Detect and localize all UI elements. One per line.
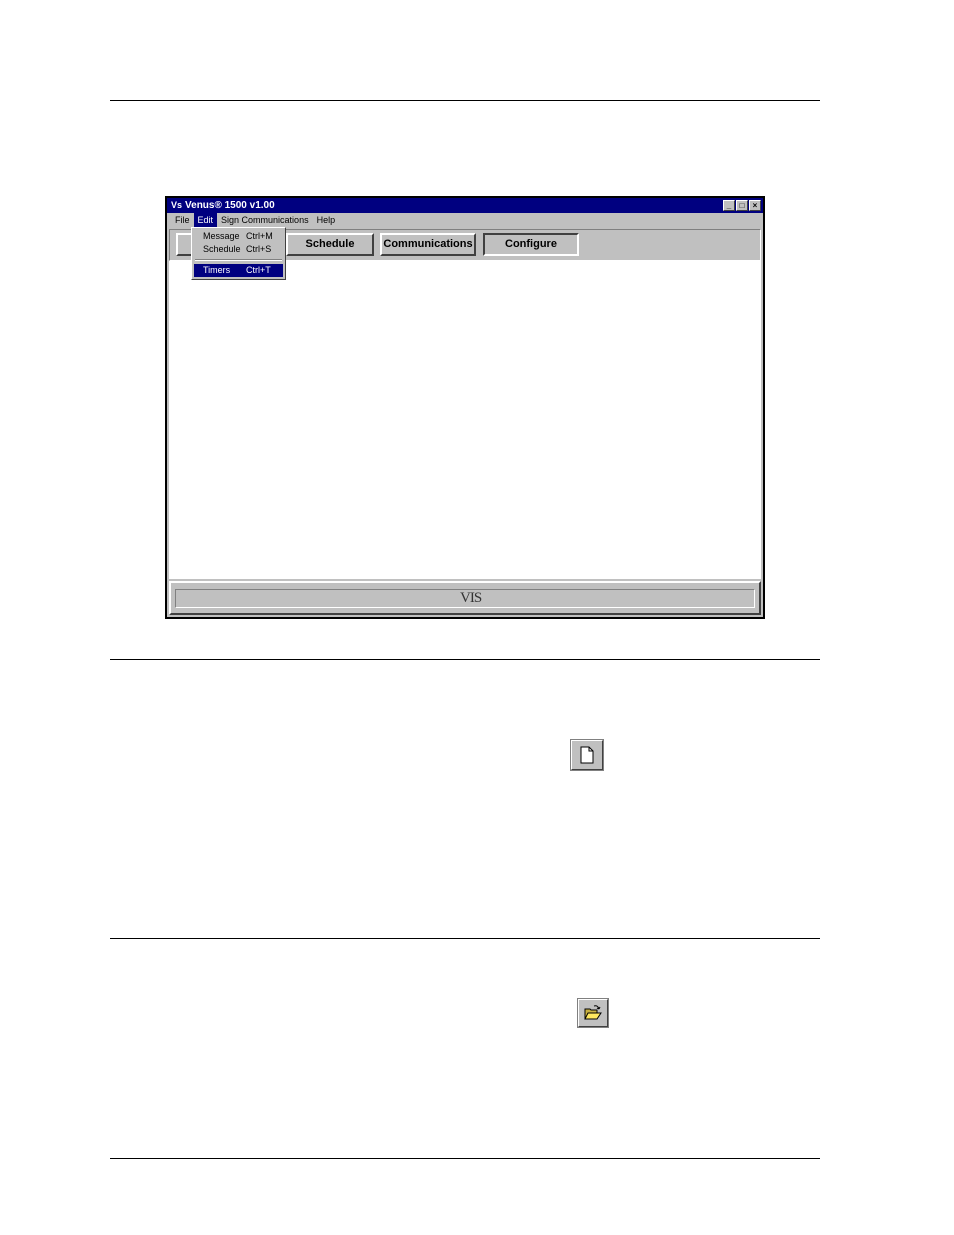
menu-item-shortcut: Ctrl+T [246, 265, 271, 275]
status-bar: VIS [169, 581, 761, 615]
divider-bottom [110, 1158, 820, 1159]
client-area [169, 261, 761, 579]
close-button[interactable]: × [749, 200, 761, 211]
menu-help[interactable]: Help [313, 213, 340, 227]
menu-item-timers[interactable]: Timers Ctrl+T [194, 264, 283, 277]
divider-top [110, 100, 820, 101]
vms-logo: VIS [460, 590, 482, 606]
divider-2 [110, 659, 820, 660]
menu-edit[interactable]: Edit [193, 213, 218, 227]
new-file-button[interactable] [570, 739, 604, 771]
schedule-button[interactable]: Schedule [286, 233, 374, 256]
menu-bar: File Edit Sign Communications Help [167, 213, 763, 227]
menu-item-label: Message [203, 231, 240, 241]
communications-button[interactable]: Communications [380, 233, 476, 256]
menu-item-shortcut: Ctrl+M [246, 231, 273, 241]
menu-item-schedule[interactable]: Schedule Ctrl+S [194, 243, 283, 256]
menu-item-message[interactable]: Message Ctrl+M [194, 230, 283, 243]
menu-item-label: Timers [203, 265, 231, 275]
title-bar[interactable]: Vs Venus® 1500 v1.00 _ □ × [167, 198, 763, 213]
status-panel: VIS [175, 589, 755, 608]
open-folder-icon [584, 1005, 602, 1020]
edit-dropdown-menu: Message Ctrl+M Schedule Ctrl+S Timers Ct… [191, 227, 286, 280]
configure-button[interactable]: Configure [483, 233, 579, 256]
app-window: Vs Venus® 1500 v1.00 _ □ × File Edit Sign… [165, 196, 765, 619]
maximize-button[interactable]: □ [736, 200, 748, 211]
minimize-button[interactable]: _ [723, 200, 735, 211]
menu-separator [195, 259, 282, 261]
new-file-icon [580, 746, 594, 764]
menu-sign-communications[interactable]: Sign Communications [217, 213, 313, 227]
window-title: Venus® 1500 v1.00 [185, 200, 275, 211]
menu-item-shortcut: Ctrl+S [246, 244, 272, 254]
menu-item-label: Schedule [203, 244, 241, 254]
open-folder-button[interactable] [577, 998, 609, 1028]
app-icon: Vs [171, 200, 183, 210]
window-controls: _ □ × [723, 200, 761, 211]
divider-3 [110, 938, 820, 939]
menu-file[interactable]: File [171, 213, 194, 227]
